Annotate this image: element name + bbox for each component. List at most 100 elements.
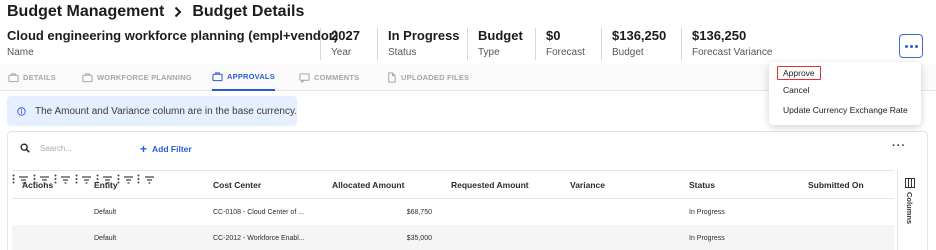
filter-icon (82, 176, 92, 184)
tab-workforce-planning[interactable]: WORKFORCE PLANNING (82, 64, 192, 90)
cell-entity: Default (94, 208, 117, 216)
info-icon (17, 106, 26, 116)
breadcrumb-parent[interactable]: Budget Management (7, 3, 164, 21)
more-dot (914, 44, 918, 48)
search-icon (20, 143, 30, 153)
column-header-label: Cost Center (213, 179, 262, 190)
column-header-actions[interactable]: Actions (22, 171, 53, 198)
cell-entity: Default (94, 234, 117, 242)
plus-icon: + (140, 142, 148, 156)
column-filter-menu-icons[interactable] (123, 171, 145, 188)
columns-side-panel-toggle[interactable]: Columns (897, 170, 921, 250)
summary-year-value: 2027 (331, 28, 360, 43)
summary-forecast-variance: $136,250 Forecast Variance (681, 28, 781, 60)
tab-details[interactable]: DETAILS (8, 64, 56, 90)
table-toolbar: + Add Filter ··· (8, 132, 927, 168)
column-header-entity[interactable]: Entity (94, 171, 118, 198)
briefcase-icon (212, 72, 223, 82)
column-header-label: Requested Amount (451, 179, 529, 190)
column-header-variance[interactable]: Variance (570, 171, 605, 198)
summary-name: Cloud engineering workforce planning (em… (0, 28, 339, 60)
summary-type: Budget Type (467, 28, 535, 60)
more-actions-button[interactable] (899, 34, 923, 58)
briefcase-icon (82, 72, 93, 82)
column-header-label: Actions (22, 179, 54, 190)
more-dot (909, 44, 913, 48)
cell-allocated-amount: $68,750 (406, 208, 432, 216)
summary-budget-label: Budget (612, 47, 644, 58)
summary-status: In Progress Status (377, 28, 467, 60)
approvals-panel: + Add Filter ··· Actions Entity Cost Cen… (7, 131, 928, 250)
column-filter-menu-icons[interactable] (144, 171, 154, 188)
breadcrumb: Budget Management Budget Details (7, 2, 304, 22)
summary-forecast-value: $0 (546, 28, 561, 43)
tab-uploaded-files[interactable]: UPLOADED FILES (386, 64, 469, 90)
search-box (20, 143, 120, 153)
column-header-label: Variance (570, 179, 605, 190)
table-header: Actions Entity Cost Center Allocated Amo… (12, 170, 894, 199)
column-filter-menu-icons[interactable] (61, 171, 82, 188)
tab-approvals[interactable]: APPROVALS (212, 64, 275, 91)
menu-item-update-currency-exchange-rate[interactable]: Update Currency Exchange Rate (783, 105, 908, 115)
summary-status-value: In Progress (388, 28, 460, 43)
column-header-status[interactable]: Status (689, 171, 715, 198)
search-input[interactable] (40, 143, 120, 153)
column-header-submitted-on[interactable]: Submitted On (808, 171, 864, 198)
tab-comments-label: COMMENTS (314, 72, 360, 82)
budget-summary: Cloud engineering workforce planning (em… (0, 28, 781, 60)
column-header-cost-center[interactable]: Cost Center (213, 171, 261, 198)
column-header-requested-amount[interactable]: Requested Amount (451, 171, 529, 198)
column-menu-icon (137, 174, 140, 184)
tab-uploaded-files-label: UPLOADED FILES (401, 72, 470, 82)
column-header-label: Entity (94, 179, 118, 190)
add-filter-button[interactable]: + Add Filter (140, 142, 192, 156)
cell-allocated-amount: $35,000 (406, 234, 432, 242)
briefcase-icon (8, 72, 19, 82)
summary-forecast-label: Forecast (546, 47, 585, 58)
cell-cost-center: CC-0108 - Cloud Center of ... (213, 208, 305, 216)
chevron-right-icon (170, 4, 186, 20)
summary-budget: $136,250 Budget (601, 28, 681, 60)
summary-forecast-variance-value: $136,250 (692, 28, 747, 43)
info-banner: The Amount and Variance column are in th… (7, 96, 297, 126)
breadcrumb-current: Budget Details (192, 3, 305, 20)
menu-item-cancel[interactable]: Cancel (783, 85, 809, 95)
tab-comments[interactable]: COMMENTS (299, 64, 359, 90)
tab-details-label: DETAILS (23, 72, 56, 82)
column-header-label: Allocated Amount (332, 179, 405, 190)
menu-item-approve[interactable]: Approve (777, 66, 821, 80)
columns-side-panel-label: Columns (905, 192, 914, 225)
column-menu-icon (75, 174, 78, 184)
summary-forecast: $0 Forecast (535, 28, 601, 60)
add-filter-label: Add Filter (152, 144, 192, 154)
comment-icon (299, 72, 310, 83)
cell-cost-center: CC-2012 - Workforce Enabl... (213, 234, 305, 242)
more-dot (904, 44, 908, 48)
approvals-table: Actions Entity Cost Center Allocated Amo… (12, 170, 894, 250)
summary-status-label: Status (388, 47, 417, 58)
summary-name-label: Name (7, 47, 34, 58)
more-actions-menu: Approve Cancel Update Currency Exchange … (769, 62, 921, 125)
tab-workforce-planning-label: WORKFORCE PLANNING (97, 72, 192, 82)
column-menu-icon (54, 174, 57, 184)
columns-icon (904, 178, 915, 188)
filter-icon (61, 176, 71, 184)
summary-type-value: Budget (478, 28, 523, 43)
table-row[interactable]: Default CC-2012 - Workforce Enabl... $35… (12, 225, 894, 250)
filter-icon (144, 176, 154, 184)
column-header-label: Submitted On (808, 179, 864, 190)
summary-year: 2027 Year (320, 28, 377, 60)
cell-status: In Progress (689, 208, 725, 216)
summary-name-value: Cloud engineering workforce planning (em… (7, 28, 339, 43)
filter-icon (123, 176, 133, 184)
column-header-allocated-amount[interactable]: Allocated Amount (332, 171, 404, 198)
table-more-button[interactable]: ··· (892, 141, 906, 152)
summary-type-label: Type (478, 47, 500, 58)
column-header-label: Status (689, 179, 715, 190)
file-icon (388, 71, 396, 83)
summary-budget-value: $136,250 (612, 28, 667, 43)
summary-forecast-variance-label: Forecast Variance (692, 47, 773, 58)
table-row[interactable]: Default CC-0108 - Cloud Center of ... $6… (12, 199, 894, 225)
tab-approvals-label: APPROVALS (227, 72, 275, 81)
cell-status: In Progress (689, 234, 725, 242)
